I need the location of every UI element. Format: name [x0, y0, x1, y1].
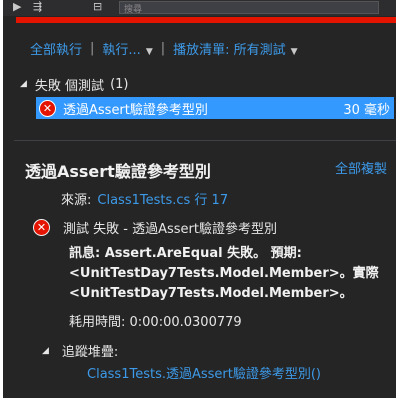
message-line: <UnitTestDay7Tests.Model.Member>。實際 — [69, 266, 379, 281]
message-line: <UnitTestDay7Tests.Model.Member>。 — [69, 286, 353, 301]
separator: | — [90, 40, 95, 56]
group-label: 失敗 個測試 — [34, 78, 105, 94]
toolbar: ▶ ⇶ ⊟ 搜尋 — [3, 0, 396, 16]
search-input[interactable]: 搜尋 — [119, 1, 379, 15]
failure-status-bar — [16, 17, 396, 23]
playlist-menu-label: 播放清單: 所有測試 — [173, 42, 286, 58]
elapsed-time: 耗用時間: 0:00:00.0300779 — [69, 315, 242, 330]
result-row: ✕ 測試 失敗 - 透過Assert驗證參考型別 — [33, 218, 277, 237]
stack-trace-link[interactable]: Class1Tests.透過Assert驗證參考型別() — [87, 363, 321, 382]
message-line: 訊息: Assert.AreEqual 失敗。 預期: — [69, 246, 302, 261]
source-file-link[interactable]: Class1Tests.cs 行 17 — [97, 193, 228, 208]
test-duration: 30 毫秒 — [343, 102, 390, 118]
run-icon[interactable]: ▶ — [13, 1, 21, 12]
collapse-triangle-icon[interactable]: ◢ — [42, 346, 49, 356]
run-menu[interactable]: 執行... ▼ — [102, 39, 152, 58]
test-row-selected[interactable]: ✕ 透過Assert驗證參考型別 30 毫秒 — [36, 97, 394, 119]
group-by-icon[interactable]: ⇶ — [33, 1, 42, 12]
test-name: 透過Assert驗證參考型別 — [63, 102, 208, 118]
stack-trace-label: 追蹤堆疊: — [61, 345, 119, 360]
search-placeholder: 搜尋 — [124, 5, 143, 15]
failed-status-icon: ✕ — [33, 219, 50, 236]
result-text: 測試 失敗 - 透過Assert驗證參考型別 — [63, 222, 277, 237]
collapse-triangle-icon[interactable]: ◢ — [20, 79, 27, 89]
run-all-link[interactable]: 全部執行 — [30, 39, 82, 58]
stack-trace-header[interactable]: ◢ 追蹤堆疊: — [42, 341, 118, 360]
command-row: 全部執行 | 執行... ▼ | 播放清單: 所有測試 ▼ — [30, 39, 392, 58]
detail-title: 透過Assert驗證參考型別 — [25, 162, 211, 181]
failed-tests-group[interactable]: ◢ 失敗 個測試 (1) — [20, 75, 129, 94]
source-row: 來源: Class1Tests.cs 行 17 — [61, 189, 228, 208]
test-explorer-window: ▶ ⇶ ⊟ 搜尋 全部執行 | 執行... ▼ | 播放清單: 所有測試 ▼ ◢ 失… — [3, 0, 396, 398]
playlist-menu[interactable]: 播放清單: 所有測試 ▼ — [173, 39, 297, 58]
error-message: 訊息: Assert.AreEqual 失敗。 預期: <UnitTestDay… — [69, 244, 394, 304]
pane-divider[interactable] — [14, 140, 396, 141]
chevron-down-icon: ▼ — [145, 46, 153, 57]
failed-status-icon: ✕ — [39, 99, 56, 117]
separator: | — [160, 40, 166, 56]
group-count: (1) — [110, 76, 129, 92]
copy-all-link[interactable]: 全部複製 — [335, 158, 387, 177]
run-menu-label: 執行... — [102, 42, 141, 58]
chevron-down-icon: ▼ — [290, 46, 298, 57]
source-label: 來源: — [61, 193, 92, 208]
settings-icon[interactable]: ⊟ — [93, 1, 102, 12]
